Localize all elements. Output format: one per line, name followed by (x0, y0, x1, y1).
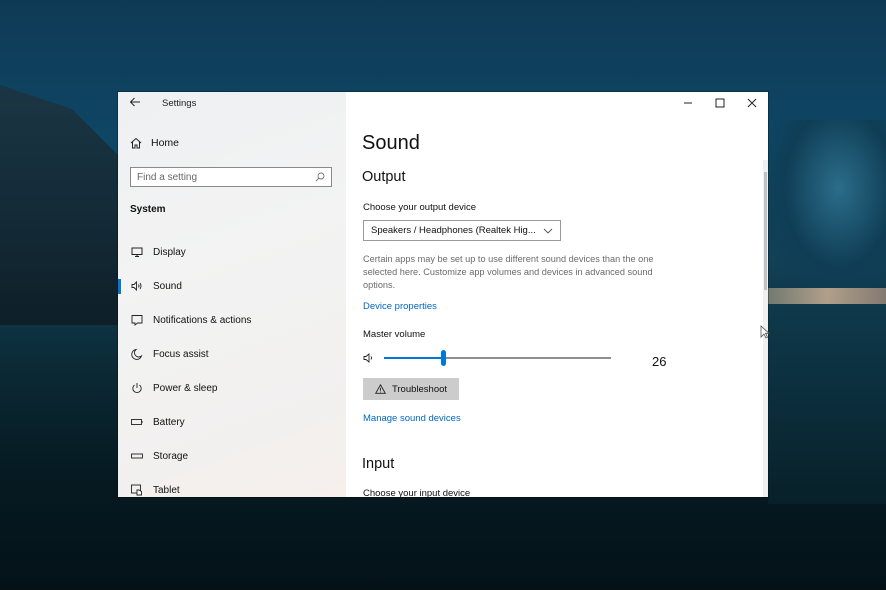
sidebar-item-tablet[interactable]: Tablet (118, 473, 346, 497)
output-device-dropdown[interactable]: Speakers / Headphones (Realtek Hig... (363, 220, 561, 241)
sidebar-item-label: Tablet (153, 484, 180, 496)
sidebar-item-home[interactable]: Home (130, 137, 179, 149)
wallpaper-cloud (768, 120, 886, 290)
sidebar-item-battery[interactable]: Battery (118, 405, 346, 439)
battery-icon (131, 419, 143, 425)
output-device-selected: Speakers / Headphones (Realtek Hig... (371, 225, 536, 236)
sidebar-item-focus-assist[interactable]: Focus assist (118, 337, 346, 371)
mouse-cursor-icon (760, 325, 770, 339)
search-input[interactable] (137, 171, 315, 183)
sidebar-item-display[interactable]: Display (118, 235, 346, 269)
master-volume-label: Master volume (363, 329, 426, 340)
wallpaper-horizon (768, 288, 886, 304)
sidebar-item-label: Storage (153, 450, 189, 462)
minimize-icon (684, 102, 692, 104)
sidebar-item-label: Display (153, 246, 186, 258)
tablet-icon (131, 484, 142, 496)
arrow-left-icon (129, 97, 140, 107)
close-icon (747, 98, 757, 108)
search-box[interactable] (130, 167, 332, 187)
sound-settings-pane: Sound Output Choose your output device S… (346, 92, 768, 497)
moon-icon (131, 348, 143, 360)
troubleshoot-button[interactable]: Troubleshoot (363, 378, 459, 400)
input-heading: Input (362, 456, 395, 472)
wallpaper-sea (768, 304, 886, 504)
sidebar-item-label: Focus assist (153, 348, 209, 360)
output-heading: Output (362, 169, 406, 185)
sidebar: Settings Home System Display Sound Notif… (118, 92, 346, 497)
sidebar-item-storage[interactable]: Storage (118, 439, 346, 473)
sidebar-item-label: Notifications & actions (153, 314, 252, 326)
sidebar-item-label: Power & sleep (153, 382, 218, 394)
master-volume-value: 26 (652, 354, 667, 369)
sidebar-item-label: Battery (153, 416, 185, 428)
back-button[interactable] (129, 96, 143, 110)
minimize-button[interactable] (672, 92, 704, 114)
chevron-down-icon (543, 228, 553, 234)
master-volume-slider[interactable] (384, 350, 611, 366)
power-icon (132, 383, 142, 393)
output-device-label: Choose your output device (363, 202, 477, 213)
manage-sound-devices-link[interactable]: Manage sound devices (363, 413, 461, 424)
home-label: Home (151, 137, 180, 149)
troubleshoot-label: Troubleshoot (391, 383, 448, 395)
speaker-icon (131, 280, 142, 292)
output-description: Certain apps may be set up to use differ… (363, 254, 654, 290)
maximize-button[interactable] (704, 92, 736, 114)
notification-icon (131, 315, 143, 326)
section-heading-system: System (130, 204, 166, 215)
close-button[interactable] (736, 92, 768, 114)
sidebar-item-power-sleep[interactable]: Power & sleep (118, 371, 346, 405)
sidebar-item-label: Sound (153, 280, 182, 292)
titlebar: Settings (118, 92, 346, 116)
slider-fill (384, 357, 444, 359)
warning-icon (374, 384, 386, 394)
sidebar-item-sound[interactable]: Sound (118, 269, 346, 303)
home-icon (130, 137, 142, 149)
storage-icon (131, 453, 143, 459)
device-properties-link[interactable]: Device properties (363, 301, 437, 312)
sidebar-nav: Display Sound Notifications & actions Fo… (118, 235, 346, 497)
window-controls (672, 92, 768, 114)
window-title: Settings (162, 98, 197, 109)
page-title: Sound (362, 132, 420, 154)
sidebar-item-notifications[interactable]: Notifications & actions (118, 303, 346, 337)
wallpaper-building (0, 85, 120, 325)
slider-thumb[interactable] (441, 350, 447, 366)
input-device-label: Choose your input device (363, 488, 471, 497)
display-icon (131, 247, 143, 257)
volume-icon[interactable] (363, 352, 375, 364)
maximize-icon (715, 98, 725, 108)
settings-window: Settings Home System Display Sound Notif… (118, 92, 768, 497)
master-volume-row (363, 350, 663, 366)
search-icon[interactable] (315, 172, 325, 182)
scrollbar-thumb[interactable] (764, 172, 767, 290)
